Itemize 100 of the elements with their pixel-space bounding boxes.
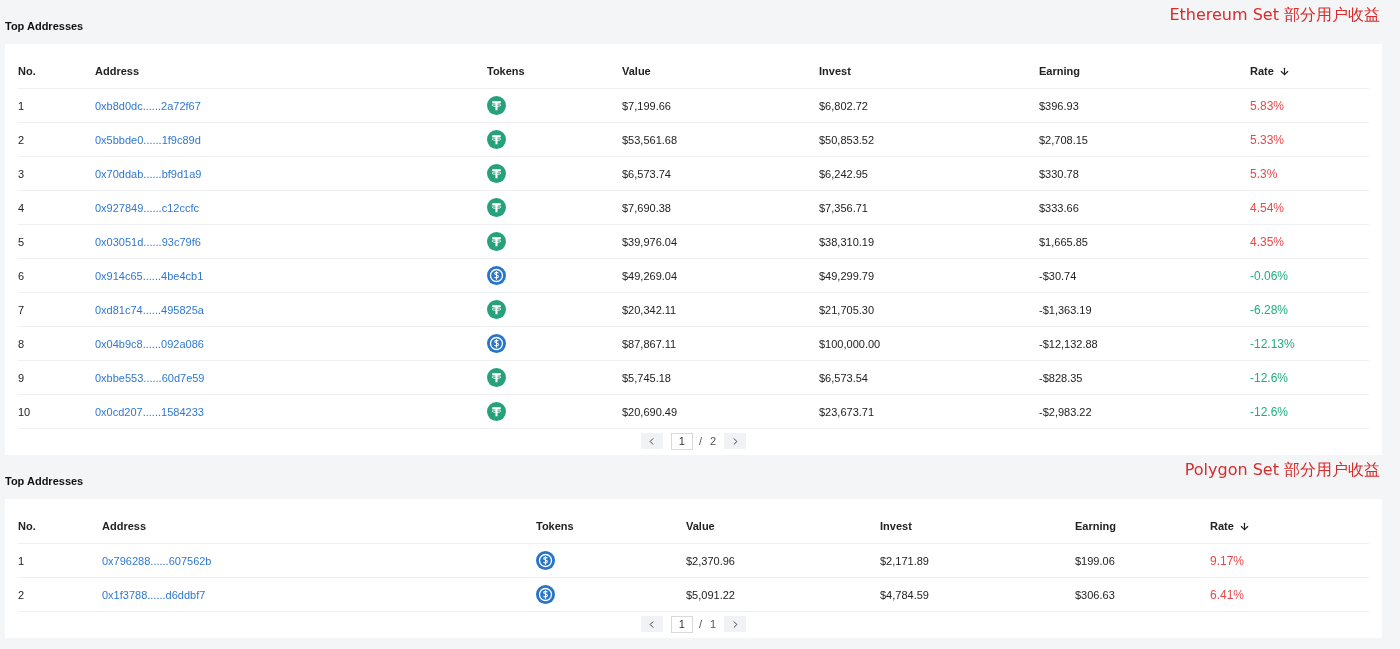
dollar-coin-icon (536, 551, 555, 570)
column-header-button[interactable]: Invest (819, 65, 851, 77)
page-separator: / (698, 435, 702, 447)
value-cell: $7,199.66 (622, 99, 671, 112)
row-number: 10 (18, 405, 31, 418)
rate-cell: -0.06% (1250, 268, 1289, 283)
address-link[interactable]: 0x796288......607562b (102, 554, 212, 567)
invest-cell: $4,784.59 (880, 588, 929, 601)
value-cell: $53,561.68 (622, 133, 678, 146)
earning-cell: $333.66 (1039, 201, 1079, 214)
row-number: 9 (18, 371, 25, 384)
page-input[interactable]: 1 (670, 615, 693, 633)
page-total: 2 (709, 435, 717, 447)
column-header-button[interactable]: Value (622, 65, 651, 77)
invest-cell: $6,802.72 (819, 99, 868, 112)
t-coin-icon (487, 368, 506, 387)
address-link[interactable]: 0x5bbde0......1f9c89d (95, 133, 201, 146)
rate-cell: 4.54% (1250, 200, 1285, 215)
column-header-button[interactable]: Earning (1039, 65, 1080, 77)
row-number: 1 (18, 99, 25, 112)
column-header-button[interactable]: Address (95, 65, 140, 77)
page-separator: / (698, 618, 702, 630)
address-link[interactable]: 0xb8d0dc......2a72f67 (95, 99, 201, 112)
t-coin-icon (487, 96, 506, 115)
page-total: 1 (709, 618, 717, 630)
earning-cell: -$30.74 (1039, 269, 1077, 282)
invest-cell: $2,171.89 (880, 554, 929, 567)
address-link[interactable]: 0x1f3788......d6ddbf7 (102, 588, 206, 601)
column-header-button[interactable]: Rate (1210, 520, 1250, 532)
row-number: 7 (18, 303, 25, 316)
rate-cell: 9.17% (1210, 553, 1245, 568)
earning-cell: $396.93 (1039, 99, 1079, 112)
value-cell: $20,690.49 (622, 405, 678, 418)
earning-cell: -$828.35 (1039, 371, 1083, 384)
row-number: 2 (18, 588, 25, 601)
section-title: Top Addresses (5, 475, 84, 487)
invest-cell: $23,673.71 (819, 405, 875, 418)
invest-cell: $6,573.54 (819, 371, 868, 384)
value-cell: $5,091.22 (686, 588, 735, 601)
dollar-coin-icon (487, 266, 506, 285)
value-cell: $2,370.96 (686, 554, 735, 567)
row-number: 5 (18, 235, 25, 248)
annotation-text: Polygon Set 部分用户收益 (1184, 460, 1380, 481)
address-link[interactable]: 0xbbe553......60d7e59 (95, 371, 205, 384)
row-number: 4 (18, 201, 25, 214)
sort-down-icon[interactable] (1238, 520, 1250, 532)
column-header-button[interactable]: Address (102, 520, 147, 532)
previous-page-button[interactable] (640, 433, 663, 449)
invest-cell: $38,310.19 (819, 235, 875, 248)
earning-cell: -$12,132.88 (1039, 337, 1098, 350)
column-header-button[interactable]: Tokens (487, 65, 525, 77)
t-coin-icon (487, 198, 506, 217)
address-link[interactable]: 0xd81c74......495825a (95, 303, 204, 316)
rate-cell: -6.28% (1250, 302, 1289, 317)
invest-cell: $7,356.71 (819, 201, 868, 214)
address-link[interactable]: 0x70ddab......bf9d1a9 (95, 167, 202, 180)
annotation-text: Ethereum Set 部分用户收益 (1169, 5, 1380, 26)
address-link[interactable]: 0x03051d......93c79f6 (95, 235, 201, 248)
column-header-button[interactable]: Value (686, 520, 715, 532)
column-header-button[interactable]: Rate (1250, 65, 1290, 77)
column-header-button[interactable]: No. (18, 520, 36, 532)
rate-cell: 4.35% (1250, 234, 1285, 249)
row-number: 2 (18, 133, 25, 146)
next-page-button[interactable] (724, 433, 747, 449)
address-link[interactable]: 0x04b9c8......092a086 (95, 337, 204, 350)
value-cell: $20,342.11 (622, 303, 677, 316)
section-title: Top Addresses (5, 20, 84, 32)
earning-cell: $1,665.85 (1039, 235, 1088, 248)
value-cell: $6,573.74 (622, 167, 671, 180)
column-header-button[interactable]: Earning (1075, 520, 1116, 532)
earning-cell: $330.78 (1039, 167, 1079, 180)
rate-cell: 5.83% (1250, 98, 1285, 113)
earning-cell: $199.06 (1075, 554, 1115, 567)
invest-cell: $49,299.79 (819, 269, 875, 282)
address-link[interactable]: 0x0cd207......1584233 (95, 405, 204, 418)
column-header-button[interactable]: No. (18, 65, 36, 77)
rate-cell: -12.13% (1250, 336, 1295, 351)
earning-cell: -$1,363.19 (1039, 303, 1092, 316)
earning-cell: $2,708.15 (1039, 133, 1088, 146)
value-cell: $7,690.38 (622, 201, 671, 214)
invest-cell: $6,242.95 (819, 167, 868, 180)
sort-down-icon[interactable] (1278, 65, 1290, 77)
column-header-button[interactable]: Tokens (536, 520, 574, 532)
t-coin-icon (487, 402, 506, 421)
rate-cell: 5.33% (1250, 132, 1285, 147)
invest-cell: $50,853.52 (819, 133, 875, 146)
invest-cell: $100,000.00 (819, 337, 881, 350)
row-number: 1 (18, 554, 25, 567)
value-cell: $5,745.18 (622, 371, 671, 384)
page-input[interactable]: 1 (670, 432, 693, 450)
value-cell: $87,867.11 (622, 337, 677, 350)
address-link[interactable]: 0x927849......c12ccfc (95, 201, 199, 214)
address-link[interactable]: 0x914c65......4be4cb1 (95, 269, 204, 282)
t-coin-icon (487, 300, 506, 319)
column-header-button[interactable]: Invest (880, 520, 912, 532)
previous-page-button[interactable] (640, 616, 663, 632)
t-coin-icon (487, 232, 506, 251)
invest-cell: $21,705.30 (819, 303, 875, 316)
rate-cell: -12.6% (1250, 370, 1289, 385)
next-page-button[interactable] (724, 616, 747, 632)
